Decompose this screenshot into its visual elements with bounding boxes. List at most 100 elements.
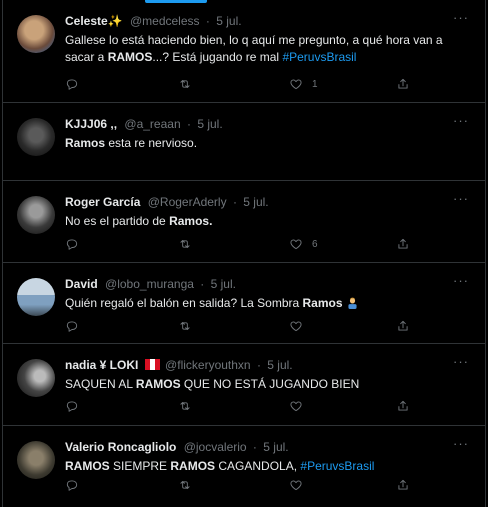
tweet[interactable]: Celeste✨ @medceless · 5 jul. ··· Gallese…	[3, 0, 485, 103]
share-button[interactable]	[396, 398, 410, 414]
like-button[interactable]: 6	[289, 236, 318, 252]
avatar[interactable]	[17, 196, 55, 234]
retweet-button[interactable]	[178, 477, 192, 493]
heart-icon	[290, 79, 302, 90]
heart-icon	[290, 401, 302, 412]
retweet-icon	[180, 481, 190, 489]
share-icon	[398, 320, 408, 331]
tweet[interactable]: David @lobo_muranga · 5 jul. ··· Quién r…	[3, 263, 485, 344]
retweet-icon	[180, 80, 190, 88]
avatar[interactable]	[17, 441, 55, 479]
avatar[interactable]	[17, 278, 55, 316]
tweet[interactable]: nadia ¥ LOKI @flickeryouthxn · 5 jul. ··…	[3, 344, 485, 426]
share-button[interactable]	[396, 236, 410, 252]
author-handle[interactable]: @flickeryouthxn	[165, 358, 251, 372]
more-icon[interactable]: ···	[451, 355, 471, 373]
tweet-text: Gallese lo está haciendo bien, lo q aquí…	[65, 33, 443, 64]
tweet-content: Roger García @RogerAderly · 5 jul. ··· N…	[65, 192, 471, 230]
author-handle[interactable]: @lobo_muranga	[105, 277, 194, 291]
reply-button[interactable]	[65, 236, 79, 252]
author-name[interactable]: nadia ¥ LOKI	[65, 358, 138, 372]
tweet-header: Celeste✨ @medceless · 5 jul.	[65, 13, 471, 29]
like-count: 1	[312, 78, 318, 90]
tweet-date[interactable]: 5 jul.	[263, 440, 288, 454]
heart-icon	[290, 239, 302, 250]
author-name[interactable]: Roger García	[65, 195, 140, 209]
tweet-header: David @lobo_muranga · 5 jul.	[65, 276, 471, 292]
more-icon[interactable]: ···	[451, 11, 471, 29]
separator-dot: ·	[205, 14, 210, 28]
author-handle[interactable]: @RogerAderly	[148, 195, 227, 209]
like-button[interactable]	[289, 398, 303, 414]
retweet-button[interactable]	[178, 236, 192, 252]
like-button[interactable]	[289, 318, 303, 334]
hashtag-link[interactable]: #PeruvsBrasil	[300, 459, 374, 473]
tweet-actions	[65, 318, 410, 334]
tweet-actions	[65, 477, 410, 493]
avatar[interactable]	[17, 359, 55, 397]
tweet-content: David @lobo_muranga · 5 jul. ··· Quién r…	[65, 274, 471, 312]
retweet-button[interactable]	[178, 76, 192, 92]
tweet-date[interactable]: 5 jul.	[216, 14, 241, 28]
more-icon[interactable]: ···	[451, 192, 471, 210]
tweet-content: nadia ¥ LOKI @flickeryouthxn · 5 jul. ··…	[65, 355, 471, 393]
reply-button[interactable]	[65, 477, 79, 493]
tweet-header: Valerio Roncagliolo @jocvalerio · 5 jul.	[65, 439, 471, 455]
like-count: 6	[312, 238, 318, 250]
tweet-date[interactable]: 5 jul.	[211, 277, 236, 291]
separator-dot: ·	[232, 195, 237, 209]
reply-icon	[66, 79, 78, 90]
share-button[interactable]	[396, 477, 410, 493]
avatar[interactable]	[17, 118, 55, 156]
heart-icon	[290, 480, 302, 491]
reply-button[interactable]	[65, 76, 79, 92]
tweet[interactable]: Roger García @RogerAderly · 5 jul. ··· N…	[3, 181, 485, 263]
reply-icon	[66, 401, 78, 412]
tweet-date[interactable]: 5 jul.	[267, 358, 292, 372]
author-handle[interactable]: @jocvalerio	[184, 440, 247, 454]
retweet-icon	[180, 322, 190, 330]
author-name[interactable]: KJJJ06 ,,	[65, 117, 117, 131]
hashtag-link[interactable]: #PeruvsBrasil	[282, 50, 356, 64]
person-emoji-icon	[348, 297, 357, 309]
author-name[interactable]: Valerio Roncagliolo	[65, 440, 176, 454]
tweet[interactable]: KJJJ06 ,, @a_reaan · 5 jul. ··· Ramos es…	[3, 103, 485, 181]
share-icon	[398, 479, 408, 490]
more-icon[interactable]: ···	[451, 437, 471, 455]
author-name[interactable]: David	[65, 277, 98, 291]
like-button[interactable]	[289, 477, 303, 493]
reply-icon	[66, 321, 78, 332]
author-name[interactable]: Celeste✨	[65, 14, 123, 28]
separator-dot: ·	[256, 358, 261, 372]
tweet-date[interactable]: 5 jul.	[197, 117, 222, 131]
tweet-text: Ramos esta re nervioso.	[65, 136, 198, 150]
tweet-text: RAMOS SIEMPRE RAMOS CAGANDOLA, #PeruvsBr…	[65, 459, 375, 473]
tweet-actions: 1	[65, 76, 410, 92]
more-icon[interactable]: ···	[451, 114, 471, 132]
tweet-content: KJJJ06 ,, @a_reaan · 5 jul. ··· Ramos es…	[65, 114, 471, 152]
reply-icon	[66, 480, 78, 491]
separator-dot: ·	[186, 117, 191, 131]
author-handle[interactable]: @medceless	[130, 14, 200, 28]
share-icon	[398, 400, 408, 411]
reply-button[interactable]	[65, 398, 79, 414]
tweet-date[interactable]: 5 jul.	[243, 195, 268, 209]
separator-dot: ·	[200, 277, 205, 291]
share-button[interactable]	[396, 76, 410, 92]
reply-button[interactable]	[65, 318, 79, 334]
heart-icon	[290, 321, 302, 332]
tweet-text: SAQUEN AL RAMOS QUE NO ESTÁ JUGANDO BIEN	[65, 377, 360, 391]
tweet-header: KJJJ06 ,, @a_reaan · 5 jul.	[65, 116, 471, 132]
tweet[interactable]: Valerio Roncagliolo @jocvalerio · 5 jul.…	[3, 426, 485, 507]
retweet-button[interactable]	[178, 318, 192, 334]
author-handle[interactable]: @a_reaan	[124, 117, 180, 131]
share-button[interactable]	[396, 318, 410, 334]
tweet-text: Quién regaló el balón en salida? La Somb…	[65, 295, 471, 312]
more-icon[interactable]: ···	[451, 274, 471, 292]
separator-dot: ·	[252, 440, 257, 454]
like-button[interactable]: 1	[289, 76, 318, 92]
avatar[interactable]	[17, 15, 55, 53]
tweet-content: Valerio Roncagliolo @jocvalerio · 5 jul.…	[65, 437, 471, 475]
retweet-icon	[180, 402, 190, 410]
retweet-button[interactable]	[178, 398, 192, 414]
